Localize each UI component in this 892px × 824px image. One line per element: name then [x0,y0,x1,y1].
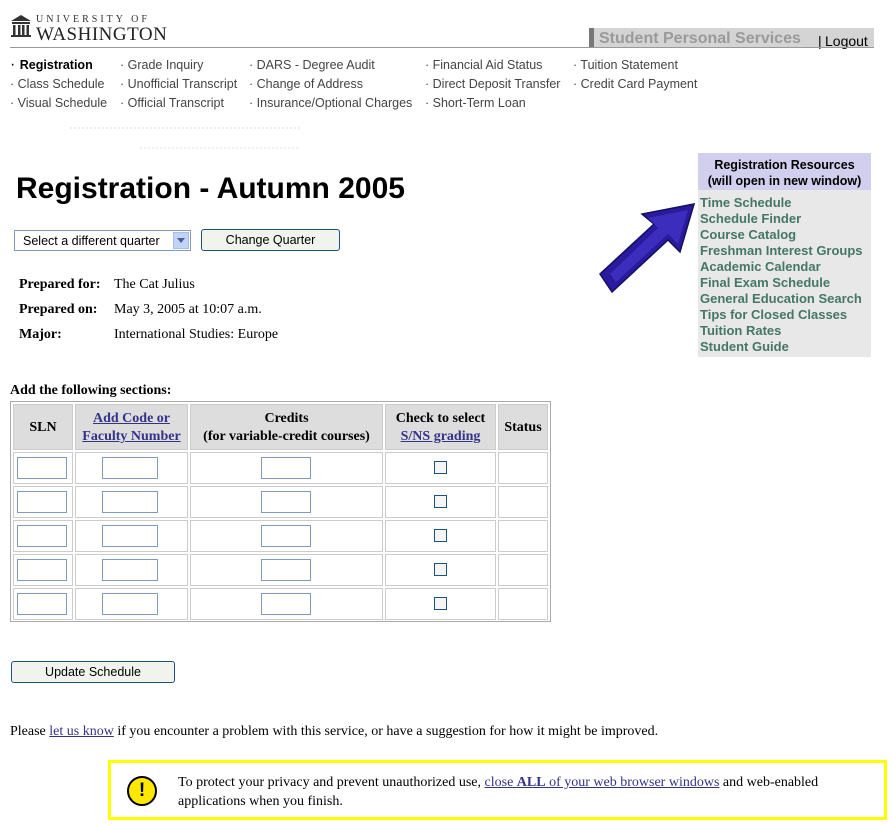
header-divider [10,47,874,48]
nav-column-4: · Financial Aid Status · Direct Deposit … [425,58,561,110]
uw-logo: UNIVERSITY OF WASHINGTON [10,12,170,46]
nav-dars[interactable]: DARS - Degree Audit [257,58,375,72]
nav-financial-aid-status[interactable]: Financial Aid Status [433,58,543,72]
credits-input[interactable] [261,491,311,513]
credits-input[interactable] [261,457,311,479]
nav-column-1: · Registration · Class Schedule · Visual… [10,56,108,110]
change-quarter-button[interactable]: Change Quarter [201,229,340,251]
nav-short-term-loan[interactable]: Short-Term Loan [433,96,526,110]
sns-checkbox[interactable] [434,597,447,610]
nav-direct-deposit[interactable]: Direct Deposit Transfer [433,77,561,91]
nav-registration[interactable]: Registration [20,58,93,72]
resource-schedule-finder[interactable]: Schedule Finder [700,211,801,226]
chevron-down-icon[interactable] [173,232,189,249]
status-cell [498,520,548,552]
add-code-input[interactable] [102,559,158,581]
add-code-link[interactable]: Add Code or Faculty Number [82,411,180,444]
resource-final-exam-schedule[interactable]: Final Exam Schedule [700,275,830,290]
faint-decoration [70,127,300,149]
nav-unofficial-transcript[interactable]: Unofficial Transcript [128,77,238,91]
status-cell [498,554,548,586]
privacy-text: To protect your privacy and prevent unau… [178,775,819,809]
sns-grading-link[interactable]: S/NS grading [401,429,481,444]
add-code-input[interactable] [102,593,158,615]
sns-checkbox[interactable] [434,563,447,576]
resource-student-guide[interactable]: Student Guide [700,339,789,354]
major-value: International Studies: Europe [114,327,279,342]
resource-general-education-search[interactable]: General Education Search [700,291,862,306]
resource-academic-calendar[interactable]: Academic Calendar [700,259,821,274]
sns-checkbox[interactable] [434,495,447,508]
update-schedule-button[interactable]: Update Schedule [11,661,175,683]
nav-class-schedule[interactable]: Class Schedule [18,77,105,91]
status-cell [498,588,548,620]
prepared-for-value: The Cat Julius [114,277,195,292]
resource-time-schedule[interactable]: Time Schedule [700,195,792,210]
feedback-text: Please let us know if you encounter a pr… [10,724,659,739]
sln-input[interactable] [17,457,67,479]
status-cell [498,486,548,518]
let-us-know-link[interactable]: let us know [49,724,114,739]
app-title: Student Personal Services [599,30,801,47]
header-sns-line1: Check to select [395,411,486,426]
sns-checkbox[interactable] [434,461,447,474]
sln-input[interactable] [17,491,67,513]
resources-heading: Registration Resources (will open in new … [698,153,871,190]
header-credits-line2: (for variable-credit courses) [203,429,370,444]
building-icon [11,15,31,37]
arrow-icon [599,203,696,294]
sln-input[interactable] [17,559,67,581]
resource-freshman-interest-groups[interactable]: Freshman Interest Groups [700,243,863,258]
resource-tips-closed-classes[interactable]: Tips for Closed Classes [700,307,847,322]
header-sln: SLN [13,404,73,450]
sln-input[interactable] [17,593,67,615]
sections-table: SLN Add Code or Faculty Number Credits (fo… [10,401,551,622]
major-label: Major: [19,327,62,342]
sln-input[interactable] [17,525,67,547]
logo-washington: WASHINGTON [36,24,168,45]
nav-column-2: · Grade Inquiry · Unofficial Transcript … [120,58,238,110]
add-code-input[interactable] [102,491,158,513]
add-code-input[interactable] [102,457,158,479]
nav-column-3: · DARS - Degree Audit · Change of Addres… [249,58,413,110]
sns-checkbox[interactable] [434,529,447,542]
nav-grade-inquiry[interactable]: Grade Inquiry [128,58,204,72]
quarter-select[interactable]: Select a different quarter [14,230,191,251]
credits-input[interactable] [261,559,311,581]
add-sections-heading: Add the following sections: [10,383,172,398]
resource-tuition-rates[interactable]: Tuition Rates [700,323,781,338]
nav-insurance-charges[interactable]: Insurance/Optional Charges [257,96,413,110]
credits-input[interactable] [261,593,311,615]
prepared-on-label: Prepared on: [19,302,98,317]
quarter-select-value: Select a different quarter [23,234,160,248]
prepared-on-value: May 3, 2005 at 10:07 a.m. [114,302,262,317]
nav-credit-card-payment[interactable]: Credit Card Payment [581,77,698,91]
nav-change-of-address[interactable]: Change of Address [257,77,363,91]
header-sns: Check to select S/NS grading [385,404,496,450]
status-cell [498,452,548,484]
warning-icon: ! [127,776,157,806]
credits-input[interactable] [261,525,311,547]
header-credits: Credits (for variable-credit courses) [190,404,383,450]
close-windows-link[interactable]: close ALL of your web browser windows [485,775,720,790]
add-code-input[interactable] [102,525,158,547]
nav-official-transcript[interactable]: Official Transcript [128,96,224,110]
resource-course-catalog[interactable]: Course Catalog [700,227,796,242]
page-title: Registration - Autumn 2005 [16,172,405,205]
prepared-for-label: Prepared for: [19,277,101,292]
header-credits-line1: Credits [264,411,309,426]
header-status: Status [498,404,548,450]
header-add-code: Add Code or Faculty Number [75,404,188,450]
nav-column-5: · Tuition Statement · Credit Card Paymen… [573,58,698,91]
nav-visual-schedule[interactable]: Visual Schedule [18,96,107,110]
nav-tuition-statement[interactable]: Tuition Statement [580,58,678,72]
